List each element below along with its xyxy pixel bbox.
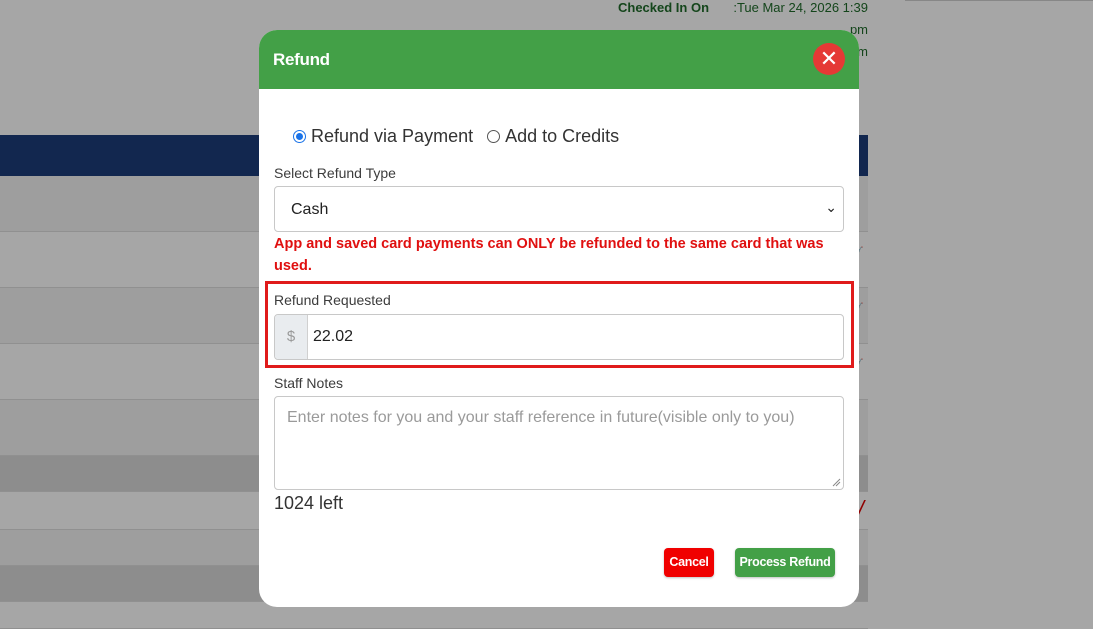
- refund-method-options: Refund via Payment Add to Credits: [293, 126, 633, 147]
- currency-addon: $: [275, 315, 308, 359]
- add-to-credits-label[interactable]: Add to Credits: [505, 126, 619, 147]
- staff-notes-placeholder: Enter notes for you and your staff refer…: [287, 409, 795, 426]
- refund-requested-label: Refund Requested: [274, 292, 391, 308]
- refund-via-payment-label[interactable]: Refund via Payment: [311, 126, 473, 147]
- refund-modal: Refund ✕ Refund via Payment Add to Credi…: [259, 30, 859, 607]
- close-button[interactable]: ✕: [813, 43, 845, 75]
- characters-remaining: 1024 left: [274, 493, 344, 513]
- refund-type-value: Cash: [291, 201, 329, 218]
- add-to-credits-radio[interactable]: [487, 130, 501, 143]
- refund-amount-input[interactable]: 22.02: [308, 315, 843, 359]
- staff-notes-label: Staff Notes: [274, 375, 344, 391]
- staff-notes-textarea[interactable]: Enter notes for you and your staff refer…: [274, 396, 844, 490]
- refund-warning: App and saved card payments can ONLY be …: [274, 236, 824, 274]
- refund-amount-input-group: $ 22.02: [274, 314, 844, 360]
- refund-type-select[interactable]: Cash ⌄: [274, 186, 844, 232]
- chevron-down-icon: ⌄: [825, 199, 837, 215]
- process-refund-button[interactable]: Process Refund: [735, 548, 835, 577]
- refund-via-payment-radio[interactable]: [293, 130, 306, 143]
- modal-title: Refund: [273, 50, 330, 69]
- refund-type-label: Select Refund Type: [274, 165, 396, 181]
- close-icon: ✕: [819, 46, 839, 71]
- resize-grip-icon[interactable]: [832, 478, 841, 487]
- modal-header: Refund ✕: [259, 30, 859, 89]
- cancel-button[interactable]: Cancel: [664, 548, 714, 577]
